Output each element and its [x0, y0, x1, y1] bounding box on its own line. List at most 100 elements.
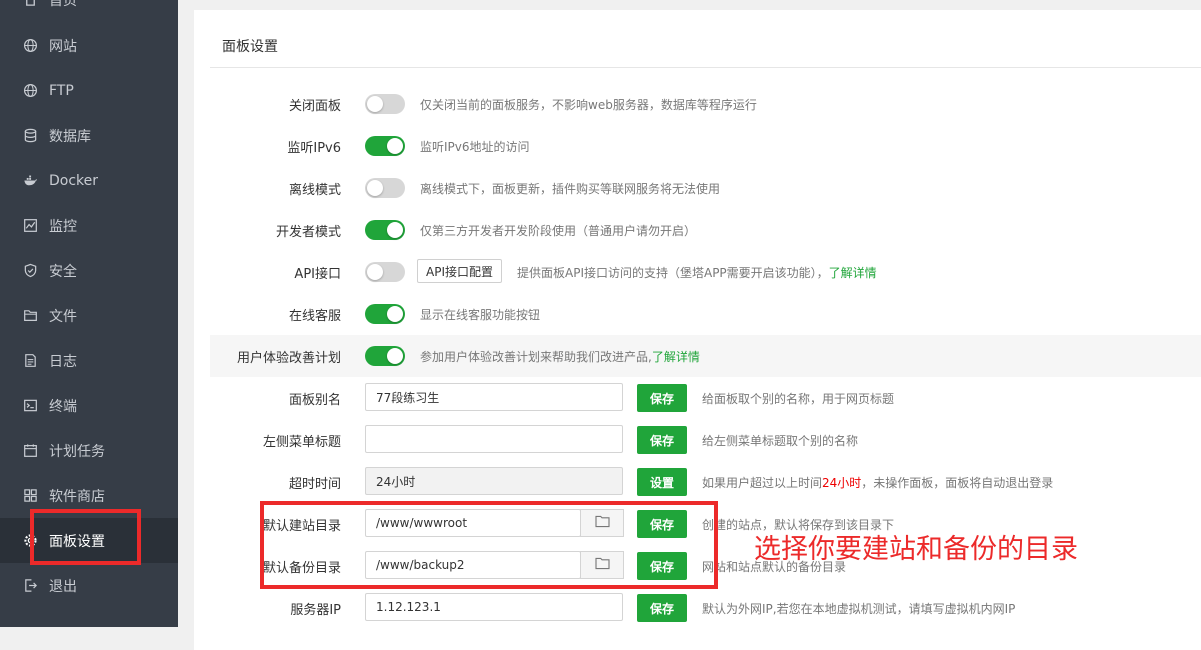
save-button[interactable]: 保存 [637, 552, 687, 580]
grid-icon [22, 488, 38, 504]
logout-icon [22, 578, 38, 594]
timeout-desc-pre: 如果用户超过以上时间 [702, 475, 823, 490]
save-button[interactable]: 保存 [637, 426, 687, 454]
calendar-icon [22, 443, 38, 459]
online-service-toggle[interactable] [365, 304, 405, 324]
setting-row-offline-mode: 离线模式 离线模式下，面板更新，插件购买等联网服务将无法使用 [210, 167, 1201, 209]
setting-row-online-service: 在线客服 显示在线客服功能按钮 [210, 293, 1201, 335]
set-button[interactable]: 设置 [637, 468, 687, 496]
setting-row-timeout: 超时时间 设置 如果用户超过以上时间24小时，未操作面板，面板将自动退出登录 [210, 461, 1201, 503]
setting-label: 开发者模式 [275, 224, 341, 240]
setting-description: 监听IPv6地址的访问 [420, 139, 530, 154]
sidebar-item-panel-settings[interactable]: 面板设置 [0, 518, 178, 563]
setting-description: 仅第三方开发者开发阶段使用（普通用户请勿开启） [420, 223, 697, 238]
sidebar-item-label: 首页 [49, 0, 77, 9]
sidebar-item-ftp[interactable]: FTP [0, 68, 178, 113]
home-icon [22, 0, 38, 8]
sidebar-item-docker[interactable]: Docker [0, 158, 178, 203]
page-title: 面板设置 [222, 39, 278, 55]
sidebar-item-label: 安全 [49, 263, 77, 280]
database-icon [22, 128, 38, 144]
sidebar-item-label: Docker [49, 172, 99, 189]
sidebar-item-label: 软件商店 [49, 488, 105, 505]
timeout-desc-highlight: 24小时 [822, 475, 862, 490]
ux-program-toggle[interactable] [365, 346, 405, 366]
setting-label: 默认建站目录 [262, 518, 341, 534]
sidebar-item-label: 退出 [49, 578, 77, 595]
divider [210, 67, 1201, 68]
setting-label: 左侧菜单标题 [262, 434, 341, 450]
developer-mode-toggle[interactable] [365, 220, 405, 240]
setting-row-ipv6: 监听IPv6 监听IPv6地址的访问 [210, 125, 1201, 167]
setting-row-developer-mode: 开发者模式 仅第三方开发者开发阶段使用（普通用户请勿开启） [210, 209, 1201, 251]
offline-mode-toggle[interactable] [365, 178, 405, 198]
folder-icon [594, 515, 610, 532]
sidebar-item-website[interactable]: 网站 [0, 23, 178, 68]
sidebar-item-monitor[interactable]: 监控 [0, 203, 178, 248]
setting-label: 关闭面板 [288, 98, 341, 114]
learn-more-link[interactable]: 了解详情 [652, 348, 700, 365]
sidebar-item-label: 面板设置 [49, 533, 105, 550]
sidebar-item-label: FTP [49, 82, 74, 99]
monitor-icon [22, 218, 38, 234]
save-button[interactable]: 保存 [637, 384, 687, 412]
setting-row-close-panel: 关闭面板 仅关闭当前的面板服务，不影响web服务器，数据库等程序运行 [210, 83, 1201, 125]
setting-row-ux-program: 用户体验改善计划 参加用户体验改善计划来帮助我们改进产品, 了解详情 [210, 335, 1201, 377]
setting-description: 显示在线客服功能按钮 [420, 307, 541, 322]
save-button[interactable]: 保存 [637, 510, 687, 538]
setting-label: API接口 [294, 266, 341, 282]
globe-icon [22, 83, 38, 99]
sidebar-item-label: 网站 [49, 38, 77, 55]
close-panel-toggle[interactable] [365, 94, 405, 114]
learn-more-link[interactable]: 了解详情 [829, 264, 877, 281]
sidebar-item-label: 监控 [49, 218, 77, 235]
folder-icon [594, 557, 610, 574]
sidebar-item-label: 日志 [49, 353, 77, 370]
log-icon [22, 353, 38, 369]
sidebar-item-files[interactable]: 文件 [0, 293, 178, 338]
sidebar-item-label: 终端 [49, 398, 77, 415]
sidebar: 首页 网站 FTP 数据库 Docker 监控 安全 文件 日志 终端 计划任务… [0, 0, 178, 627]
timeout-desc-post: ，未操作面板，面板将自动退出登录 [861, 475, 1054, 490]
server-ip-input[interactable] [365, 593, 623, 621]
folder-picker-button[interactable] [580, 509, 624, 537]
backup-dir-input[interactable] [365, 551, 581, 579]
setting-description: 给面板取个别的名称，用于网页标题 [702, 391, 895, 406]
docker-icon [22, 173, 38, 189]
ipv6-toggle[interactable] [365, 136, 405, 156]
setting-description: 如果用户超过以上时间 24小时 ，未操作面板，面板将自动退出登录 [702, 461, 1053, 503]
sidebar-item-label: 数据库 [49, 128, 91, 145]
menu-title-input[interactable] [365, 425, 623, 453]
annotation-text: 选择你要建站和备份的目录 [754, 534, 1078, 565]
sidebar-item-crontab[interactable]: 计划任务 [0, 428, 178, 473]
site-dir-input[interactable] [365, 509, 581, 537]
setting-label: 服务器IP [290, 602, 341, 618]
sidebar-item-terminal[interactable]: 终端 [0, 383, 178, 428]
ux-description-text: 参加用户体验改善计划来帮助我们改进产品, [420, 349, 652, 364]
save-button[interactable]: 保存 [637, 594, 687, 622]
terminal-icon [22, 398, 38, 414]
setting-row-panel-alias: 面板别名 保存 给面板取个别的名称，用于网页标题 [210, 377, 1201, 419]
setting-row-menu-title: 左侧菜单标题 保存 给左侧菜单标题取个别的名称 [210, 419, 1201, 461]
sidebar-item-app-store[interactable]: 软件商店 [0, 473, 178, 518]
setting-label: 离线模式 [288, 182, 341, 198]
sidebar-item-label: 计划任务 [49, 443, 105, 460]
api-config-button[interactable]: API接口配置 [417, 259, 502, 283]
setting-row-api: API接口 API接口配置 提供面板API接口访问的支持（堡塔APP需要开启该功… [210, 251, 1201, 293]
setting-label: 用户体验改善计划 [236, 350, 341, 366]
setting-label: 面板别名 [288, 392, 341, 408]
sidebar-item-home[interactable]: 首页 [0, 0, 178, 22]
api-toggle[interactable] [365, 262, 405, 282]
sidebar-item-logs[interactable]: 日志 [0, 338, 178, 383]
folder-icon [22, 308, 38, 324]
setting-description: 仅关闭当前的面板服务，不影响web服务器，数据库等程序运行 [420, 97, 757, 112]
setting-description: 给左侧菜单标题取个别的名称 [702, 433, 859, 448]
sidebar-item-database[interactable]: 数据库 [0, 113, 178, 158]
sidebar-item-logout[interactable]: 退出 [0, 563, 178, 608]
timeout-input[interactable] [365, 467, 623, 495]
folder-picker-button[interactable] [580, 551, 624, 579]
panel-alias-input[interactable] [365, 383, 623, 411]
setting-description: 提供面板API接口访问的支持（堡塔APP需要开启该功能）， 了解详情 [517, 251, 877, 293]
setting-description: 参加用户体验改善计划来帮助我们改进产品, 了解详情 [420, 335, 700, 377]
sidebar-item-security[interactable]: 安全 [0, 248, 178, 293]
